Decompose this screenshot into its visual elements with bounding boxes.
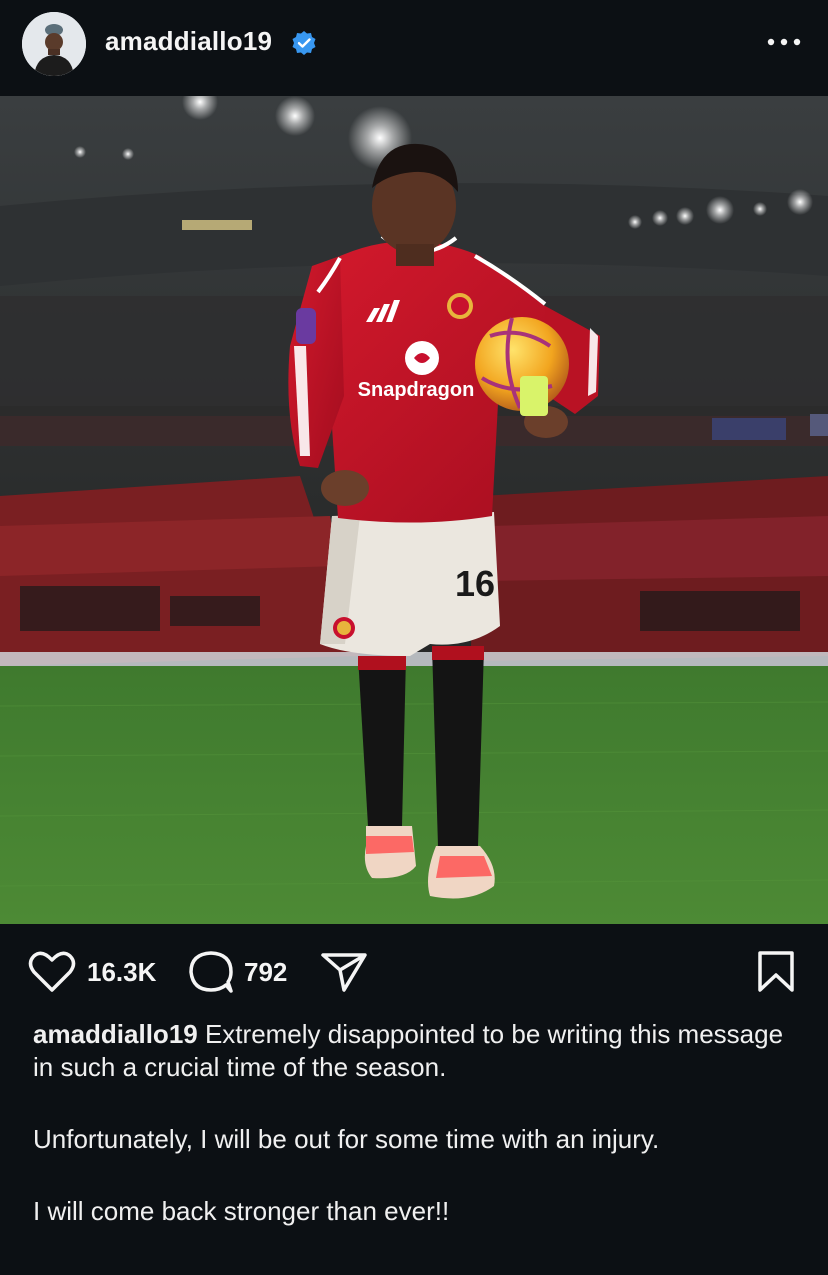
caption-username[interactable]: amaddiallo19: [33, 1019, 198, 1049]
heart-icon[interactable]: [28, 950, 76, 994]
share-icon[interactable]: [320, 950, 368, 994]
more-options-icon[interactable]: [766, 36, 802, 48]
post-username[interactable]: amaddiallo19: [105, 26, 272, 57]
avatar[interactable]: [22, 12, 86, 76]
shirt-sponsor-text: Snapdragon: [358, 379, 475, 401]
caption-paragraph: I will come back stronger than ever!!: [33, 1196, 450, 1226]
bookmark-icon[interactable]: [756, 950, 796, 994]
likes-count[interactable]: 16.3K: [87, 957, 156, 988]
post-photo[interactable]: 16 Snapdragon: [0, 96, 828, 924]
caption-paragraph: amaddiallo19 Extremely disappointed to b…: [33, 1018, 803, 1084]
comments-count[interactable]: 792: [244, 957, 287, 988]
shirt-number: 16: [455, 563, 495, 604]
caption-paragraph: Unfortunately, I will be out for some ti…: [33, 1124, 660, 1154]
post-caption: amaddiallo19 Extremely disappointed to b…: [33, 1018, 803, 1267]
comment-icon[interactable]: [187, 950, 235, 994]
verified-badge-icon: [292, 31, 316, 55]
post-header: amaddiallo19: [0, 0, 828, 96]
